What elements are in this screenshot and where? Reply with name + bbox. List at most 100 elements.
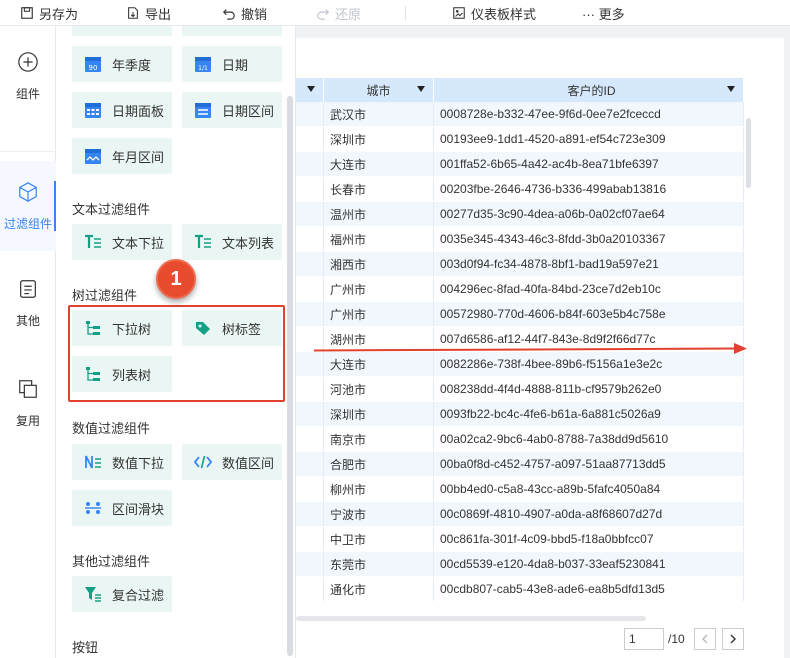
caret-down-icon[interactable]: [727, 86, 735, 92]
table-row[interactable]: 福州市 0035e345-4343-46c3-8fdd-3b0a20103367: [296, 227, 744, 252]
table-cell-cut-off: [296, 202, 324, 226]
column-header[interactable]: [296, 78, 324, 102]
svg-text:90: 90: [89, 64, 98, 72]
table-row[interactable]: 湘西市 003d0f94-fc34-4878-8bf1-bad19a597e21: [296, 252, 744, 277]
more-button[interactable]: ··· 更多: [582, 3, 625, 23]
group-title-other: 其他过滤组件: [72, 554, 151, 569]
table-cell-city: 宁波市: [324, 502, 434, 526]
table-cell-city: 湘西市: [324, 252, 434, 276]
table-cell-customer-id: 008238dd-4f4d-4888-811b-cf9579b262e0: [434, 377, 744, 401]
table-row[interactable]: 大连市 001ffa52-6b65-4a42-ac4b-8ea71bfe6397: [296, 152, 744, 177]
rail-divider: [0, 151, 56, 152]
table-row[interactable]: 东莞市 00cd5539-e120-4da8-b037-33eaf5230841: [296, 552, 744, 577]
component-text-list[interactable]: 文本列表: [182, 224, 282, 260]
rail-item-components[interactable]: 组件: [0, 31, 56, 121]
component-number-range[interactable]: 数值区间: [182, 444, 282, 480]
table-cell-cut-off: [296, 377, 324, 401]
rail-item-reuse[interactable]: 复用: [0, 358, 56, 448]
export-button[interactable]: 导出: [126, 3, 171, 23]
table-row[interactable]: 中卫市 00c861fa-301f-4c09-bbd5-f18a0bbfcc07: [296, 527, 744, 552]
export-label: 导出: [145, 6, 172, 22]
prev-page-button[interactable]: [694, 628, 716, 650]
table-cell-city: 温州市: [324, 202, 434, 226]
redo-button[interactable]: 还原: [316, 3, 361, 23]
filter-funnel-icon: [85, 587, 101, 602]
table-row[interactable]: 宁波市 00c0869f-4810-4907-a0da-a8f68607d27d: [296, 502, 744, 527]
group-title-tree: 树过滤组件: [72, 288, 138, 303]
component-date[interactable]: 1/1 日期: [182, 46, 282, 82]
dashboard-style-button[interactable]: 仪表板样式: [452, 3, 536, 23]
table-row[interactable]: 武汉市 0008728e-b332-47ee-9f6d-0ee7e2fceccd: [296, 102, 744, 127]
component-date-panel[interactable]: 日期面板: [72, 92, 172, 128]
table-row[interactable]: 深圳市 0093fb22-bc4c-4fe6-b61a-6a881c5026a9: [296, 402, 744, 427]
group-title-text: 文本过滤组件: [72, 202, 151, 217]
table-row[interactable]: 长春市 00203fbe-2646-4736-b336-499abab13816: [296, 177, 744, 202]
table-cell-cut-off: [296, 252, 324, 276]
table-row[interactable]: 合肥市 00ba0f8d-c452-4757-a097-51aa87713dd5: [296, 452, 744, 477]
table-row[interactable]: 温州市 00277d35-3c90-4dea-a06b-0a02cf07ae64: [296, 202, 744, 227]
table-row[interactable]: 广州市 00572980-770d-4606-b84f-603e5b4c758e: [296, 302, 744, 327]
document-icon: [20, 279, 36, 298]
component-label: 文本列表: [222, 235, 275, 251]
table-cell-cut-off: [296, 477, 324, 501]
component-year-quarter[interactable]: 90 年季度: [72, 46, 172, 82]
table-cell-city: 武汉市: [324, 102, 434, 126]
table-cell-city: 福州市: [324, 227, 434, 251]
page-total: /10: [668, 632, 685, 646]
table-row[interactable]: 广州市 004296ec-8fad-40fa-84bd-23ce7d2eb10c: [296, 277, 744, 302]
next-page-button[interactable]: [722, 628, 744, 650]
component-text-dropdown[interactable]: 文本下拉: [72, 224, 172, 260]
column-header-customer-id[interactable]: 客户的ID: [434, 78, 744, 102]
table-cell-city: 广州市: [324, 277, 434, 301]
component-range-slider[interactable]: 区间滑块: [72, 490, 172, 526]
table-cell-customer-id: 0008728e-b332-47ee-9f6d-0ee7e2fceccd: [434, 102, 744, 126]
rail-item-other[interactable]: 其他: [0, 258, 56, 348]
panel-scrollbar[interactable]: [287, 26, 293, 658]
save-as-button[interactable]: 另存为: [20, 3, 78, 23]
component-compound-filter[interactable]: 复合过滤: [72, 576, 172, 612]
table-cell-cut-off: [296, 302, 324, 326]
table-cell-cut-off: [296, 527, 324, 551]
table-vertical-scrollbar-thumb[interactable]: [746, 118, 751, 188]
rail-label-other: 其他: [15, 313, 40, 328]
caret-down-icon[interactable]: [417, 86, 425, 92]
table-row[interactable]: 南京市 00a02ca2-9bc6-4ab0-8788-7a38dd9d5610: [296, 427, 744, 452]
table-cell-customer-id: 0093fb22-bc4c-4fe6-b61a-6a881c5026a9: [434, 402, 744, 426]
number-dropdown-icon: [85, 455, 101, 469]
panel-scrollbar-thumb[interactable]: [287, 96, 293, 656]
component-year-month-range[interactable]: 年月区间: [72, 138, 172, 174]
table-row[interactable]: 柳州市 00bb4ed0-c5a8-43cc-a89b-5fafc4050a84: [296, 477, 744, 502]
table-cell-customer-id: 00572980-770d-4606-b84f-603e5b4c758e: [434, 302, 744, 326]
rail-label-components: 组件: [15, 86, 40, 101]
table-cell-customer-id: 00ba0f8d-c452-4757-a097-51aa87713dd5: [434, 452, 744, 476]
table-row[interactable]: 河池市 008238dd-4f4d-4888-811b-cf9579b262e0: [296, 377, 744, 402]
table-row[interactable]: 通化市 00cdb807-cab5-43e8-ade6-ea8b5dfd13d5: [296, 577, 744, 602]
undo-icon: [222, 9, 235, 20]
rail-item-filter-components[interactable]: 过滤组件: [0, 161, 56, 251]
table-cell-city: 长春市: [324, 177, 434, 201]
dashboard-style-icon: [453, 7, 465, 19]
component-label: 年月区间: [112, 149, 165, 165]
slider-icon: [85, 502, 101, 514]
tree-group-highlight: [68, 305, 285, 402]
table-cell-cut-off: [296, 452, 324, 476]
column-header-city[interactable]: 城市: [324, 78, 434, 102]
table-vertical-scrollbar[interactable]: [746, 102, 751, 622]
table-cell-cut-off: [296, 552, 324, 576]
text-list-icon: [195, 234, 211, 248]
table-cell-customer-id: 003d0f94-fc34-4878-8bf1-bad19a597e21: [434, 252, 744, 276]
table-horizontal-scrollbar[interactable]: [296, 616, 646, 621]
table-row[interactable]: 深圳市 00193ee9-1dd1-4520-a891-ef54c723e309: [296, 127, 744, 152]
table-cell-customer-id: 00c0869f-4810-4907-a0da-a8f68607d27d: [434, 502, 744, 526]
chevron-right-icon: [730, 634, 736, 644]
caret-down-icon[interactable]: [307, 86, 315, 92]
export-icon: [128, 7, 138, 19]
table-cell-city: 河池市: [324, 377, 434, 401]
table-cell-city: 通化市: [324, 577, 434, 601]
component-number-dropdown[interactable]: 数值下拉: [72, 444, 172, 480]
component-date-range[interactable]: 日期区间: [182, 92, 282, 128]
toolbar-divider: [405, 6, 406, 20]
page-number-input[interactable]: 1: [624, 628, 664, 650]
table-cell-customer-id: 0035e345-4343-46c3-8fdd-3b0a20103367: [434, 227, 744, 251]
undo-button[interactable]: 撤销: [222, 3, 267, 23]
